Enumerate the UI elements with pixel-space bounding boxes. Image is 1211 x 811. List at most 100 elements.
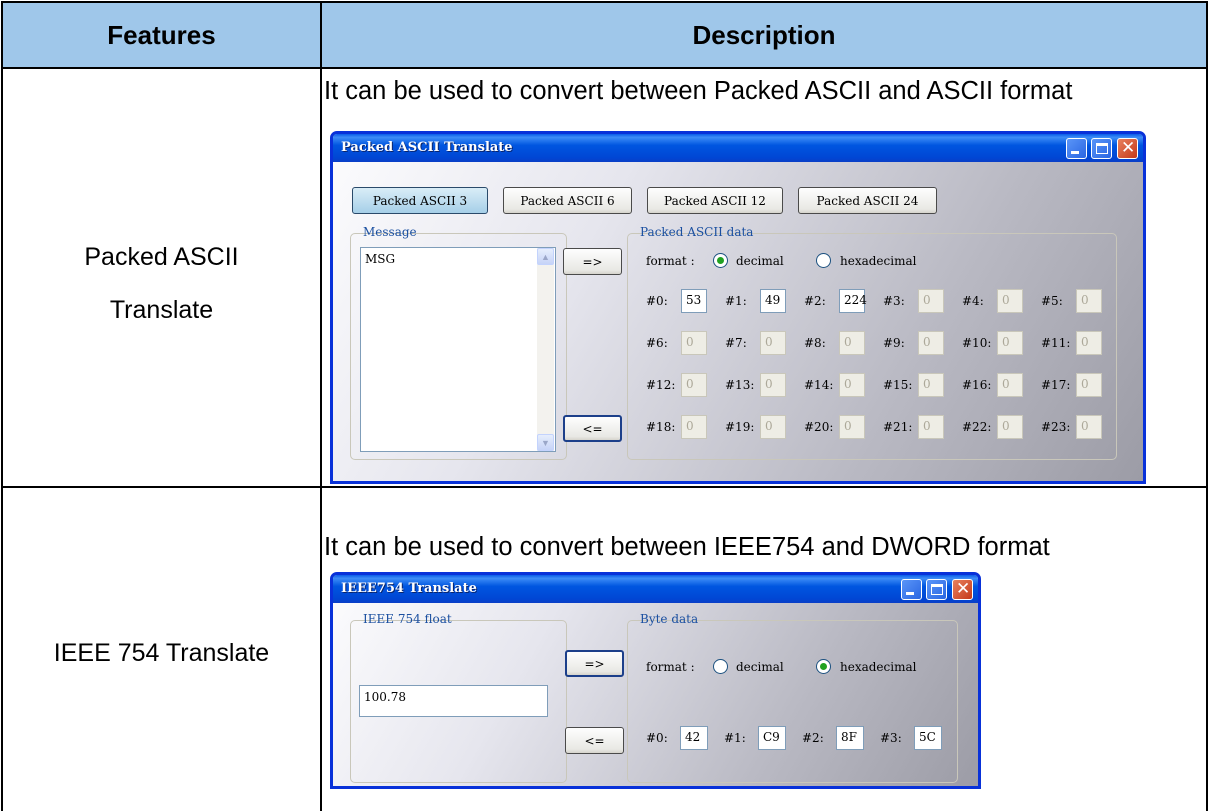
window-client: IEEE 754 float 100.78 => <= Byte data fo…: [333, 603, 978, 786]
convert-to-message-button[interactable]: <=: [563, 415, 622, 442]
field-label: #8:: [804, 336, 826, 350]
tab-packed-ascii-6[interactable]: Packed ASCII 6: [503, 187, 632, 214]
convert-to-float-button[interactable]: <=: [565, 727, 624, 754]
minimize-icon: [906, 592, 914, 595]
byte-field[interactable]: 0: [997, 415, 1023, 439]
field-label: #11:: [1041, 336, 1071, 350]
field-label: #16:: [962, 378, 992, 392]
convert-to-data-button[interactable]: =>: [563, 248, 622, 275]
byte-field[interactable]: 0: [997, 373, 1023, 397]
packed-data-legend: Packed ASCII data: [640, 225, 754, 239]
byte-field[interactable]: 0: [681, 415, 707, 439]
field-label: #21:: [883, 420, 913, 434]
byte-field[interactable]: 53: [681, 289, 707, 313]
field-label: #7:: [725, 336, 747, 350]
field-label: #13:: [725, 378, 755, 392]
minimize-button[interactable]: [901, 579, 922, 600]
byte-field[interactable]: 0: [1076, 289, 1102, 313]
tab-packed-ascii-3[interactable]: Packed ASCII 3: [352, 187, 488, 214]
format-label: format :: [646, 660, 695, 674]
field-label: #2:: [802, 731, 824, 745]
maximize-button[interactable]: [926, 579, 947, 600]
byte-field[interactable]: 0: [839, 415, 865, 439]
scroll-up-icon[interactable]: ▲: [537, 248, 554, 265]
float-legend: IEEE 754 float: [363, 612, 452, 626]
byte-field[interactable]: 0: [918, 331, 944, 355]
format-hexadecimal-radio[interactable]: [816, 253, 831, 268]
field-label: #18:: [646, 420, 676, 434]
maximize-button[interactable]: [1091, 138, 1112, 159]
field-label: #22:: [962, 420, 992, 434]
convert-to-bytes-button[interactable]: =>: [565, 650, 624, 677]
byte-field[interactable]: 0: [681, 331, 707, 355]
byte-field[interactable]: 0: [1076, 415, 1102, 439]
field-label: #5:: [1041, 294, 1063, 308]
field-label: #10:: [962, 336, 992, 350]
byte-field[interactable]: 5C: [914, 726, 942, 750]
window-client: Packed ASCII 3 Packed ASCII 6 Packed ASC…: [333, 162, 1143, 481]
header-description: Description: [322, 3, 1206, 67]
maximize-icon: [1096, 143, 1108, 154]
byte-field[interactable]: 0: [918, 415, 944, 439]
field-label: #0:: [646, 731, 668, 745]
feature-line: Translate: [109, 296, 214, 324]
title-bar[interactable]: IEEE754 Translate ✕: [333, 575, 978, 603]
field-label: #4:: [962, 294, 984, 308]
byte-field[interactable]: 0: [681, 373, 707, 397]
byte-field[interactable]: 0: [760, 415, 786, 439]
field-label: #19:: [725, 420, 755, 434]
format-hexadecimal-radio[interactable]: [816, 659, 831, 674]
close-button[interactable]: ✕: [952, 579, 973, 600]
title-bar[interactable]: Packed ASCII Translate ✕: [333, 134, 1143, 162]
field-label: #1:: [725, 294, 747, 308]
float-input[interactable]: 100.78: [359, 685, 548, 717]
byte-field[interactable]: 0: [839, 331, 865, 355]
packed-ascii-window: Packed ASCII Translate ✕ Packed ASCII 3 …: [330, 131, 1146, 484]
close-icon: ✕: [956, 579, 971, 599]
byte-data-legend: Byte data: [640, 612, 699, 626]
field-label: #2:: [804, 294, 826, 308]
byte-field[interactable]: 0: [997, 331, 1023, 355]
tab-packed-ascii-24[interactable]: Packed ASCII 24: [798, 187, 937, 214]
format-decimal-label[interactable]: decimal: [736, 660, 784, 674]
field-label: #9:: [883, 336, 905, 350]
byte-field[interactable]: C9: [758, 726, 786, 750]
byte-field[interactable]: 0: [1076, 331, 1102, 355]
field-label: #23:: [1041, 420, 1071, 434]
byte-field[interactable]: 42: [680, 726, 708, 750]
column-divider: [320, 3, 322, 811]
format-label: format :: [646, 254, 695, 268]
format-hexadecimal-label[interactable]: hexadecimal: [840, 254, 916, 268]
window-title: Packed ASCII Translate: [341, 140, 513, 155]
byte-field[interactable]: 0: [839, 373, 865, 397]
minimize-button[interactable]: [1066, 138, 1087, 159]
field-label: #6:: [646, 336, 668, 350]
byte-field[interactable]: 0: [760, 331, 786, 355]
byte-field[interactable]: 0: [1076, 373, 1102, 397]
byte-field[interactable]: 0: [760, 373, 786, 397]
byte-field[interactable]: 224: [839, 289, 867, 313]
byte-field[interactable]: 0: [918, 289, 944, 313]
scroll-down-icon[interactable]: ▼: [537, 434, 554, 451]
message-textarea[interactable]: MSG: [360, 247, 556, 452]
format-decimal-radio[interactable]: [713, 253, 728, 268]
header-divider: [3, 67, 1206, 69]
byte-field[interactable]: 8F: [836, 726, 864, 750]
field-label: #0:: [646, 294, 668, 308]
message-scrollbar[interactable]: ▲ ▼: [537, 248, 554, 451]
window-title: IEEE754 Translate: [341, 581, 477, 596]
minimize-icon: [1071, 151, 1079, 154]
description-packed-ascii: It can be used to convert between Packed…: [324, 77, 1073, 105]
field-label: #17:: [1041, 378, 1071, 392]
byte-data-group: Byte data: [627, 612, 958, 783]
byte-field[interactable]: 0: [918, 373, 944, 397]
format-hexadecimal-label[interactable]: hexadecimal: [840, 660, 916, 674]
feature-ieee754: IEEE 754 Translate: [53, 639, 270, 667]
byte-field[interactable]: 0: [997, 289, 1023, 313]
format-decimal-radio[interactable]: [713, 659, 728, 674]
feature-packed-ascii: Packed ASCII Translate: [3, 231, 320, 337]
format-decimal-label[interactable]: decimal: [736, 254, 784, 268]
close-button[interactable]: ✕: [1117, 138, 1138, 159]
tab-packed-ascii-12[interactable]: Packed ASCII 12: [647, 187, 783, 214]
byte-field[interactable]: 49: [760, 289, 786, 313]
